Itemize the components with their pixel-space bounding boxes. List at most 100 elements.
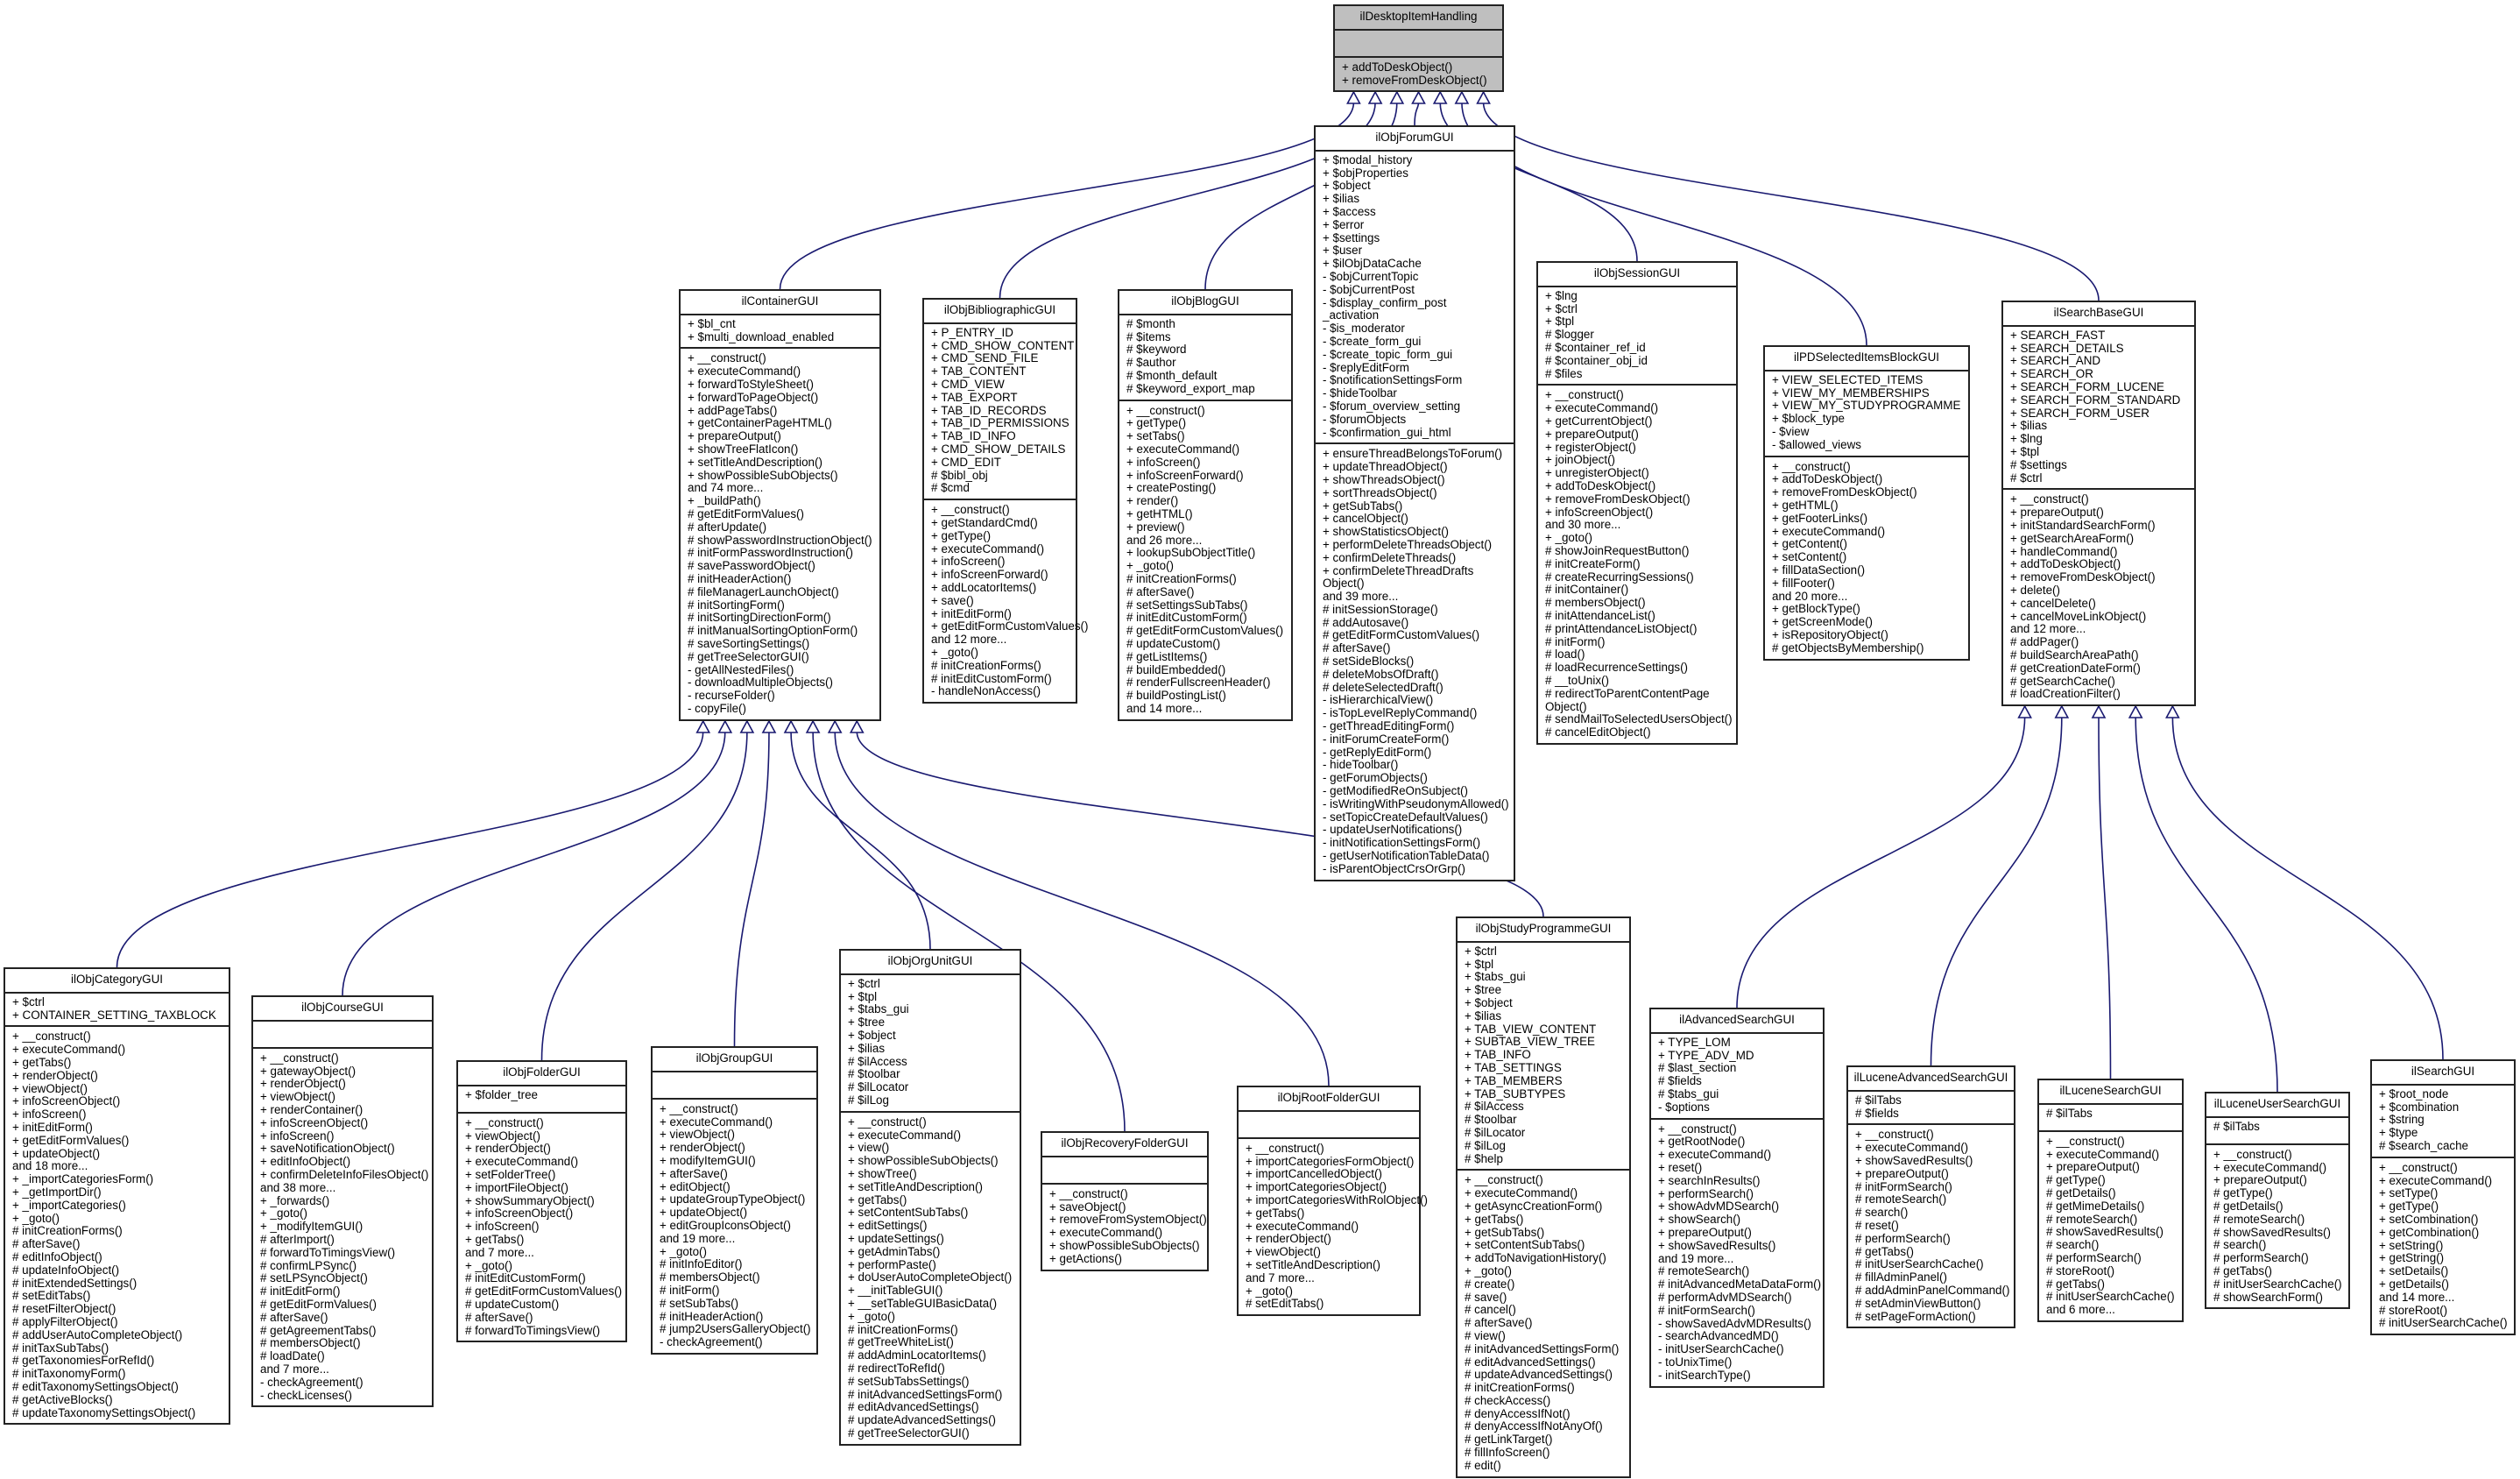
operation-row: + __setTableGUIBasicData() <box>848 1296 998 1310</box>
generalization-arrowhead-icon <box>783 719 799 733</box>
operation-row: # afterSave() <box>1465 1316 1533 1330</box>
operation-row: # load() <box>1545 648 1585 662</box>
attributes-compartment: + VIEW_SELECTED_ITEMS + VIEW_MY_MEMBERSHI… <box>1765 372 1968 457</box>
operation-row: + prepareOutput() <box>2046 1160 2140 1174</box>
class-box-ilSearchBaseGUI[interactable]: ilSearchBaseGUI + SEARCH_FAST + SEARCH_DET… <box>2001 301 2196 707</box>
operation-row: + addToDeskObject() <box>2010 557 2121 571</box>
operation-row: + updateSettings() <box>848 1231 944 1245</box>
generalization-arrowhead-icon <box>827 719 843 733</box>
class-name: ilObjCategoryGUI <box>5 969 229 994</box>
operation-row: + setType() <box>2379 1186 2439 1200</box>
generalization-arrowhead-icon <box>1346 90 1361 104</box>
class-box-ilObjForumGUI[interactable]: ilObjForumGUI + $modal_history + $objPrope… <box>1314 125 1515 881</box>
class-box-ilObjFolderGUI[interactable]: ilObjFolderGUI + $folder_tree + __construc… <box>456 1060 627 1343</box>
operation-row: + cancelMoveLinkObject() <box>2010 609 2147 623</box>
class-box-ilObjStudyProgrammeGUI[interactable]: ilObjStudyProgrammeGUI + $ctrl + $tpl + $ta… <box>1456 916 1631 1478</box>
class-box-ilObjCategoryGUI[interactable]: ilObjCategoryGUI + $ctrl + CONTAINER_SETTI… <box>4 967 230 1426</box>
operation-row: # checkAccess() <box>1465 1393 1551 1407</box>
operation-row: # getActiveBlocks() <box>12 1392 113 1406</box>
operation-row: + setDetails() <box>2379 1264 2449 1278</box>
operation-row: # getTreeSelectorGUI() <box>848 1426 970 1440</box>
class-box-ilObjSessionGUI[interactable]: ilObjSessionGUI + $lng + $ctrl + $tpl # $log… <box>1536 261 1738 745</box>
attribute-row: # $ilTabs <box>2213 1119 2260 1133</box>
class-name: ilObjForumGUI <box>1316 127 1514 152</box>
class-box-ilSearchGUI[interactable]: ilSearchGUI + $root_node + $combination + $… <box>2370 1059 2516 1336</box>
class-box-ilLuceneUserSearchGUI[interactable]: ilLuceneUserSearchGUI # $ilTabs + __constr… <box>2205 1092 2350 1310</box>
class-box-ilLuceneSearchGUI[interactable]: ilLuceneSearchGUI # $ilTabs + __construct(… <box>2037 1079 2184 1322</box>
operation-row: # getDetails() <box>2046 1185 2116 1199</box>
operation-row: # performAdvMDSearch() <box>1658 1290 1792 1304</box>
attribute-row: - $allowed_views <box>1772 437 1861 451</box>
more-members-row: and 20 more... <box>1772 589 1848 603</box>
operation-row: # afterSave() <box>1323 641 1391 655</box>
operation-row: + prepareOutput() <box>1545 427 1639 441</box>
class-box-ilObjRecoveryFolderGUI[interactable]: ilObjRecoveryFolderGUI + __construct() + s… <box>1041 1131 1209 1271</box>
operation-row: # buildPostingList() <box>1126 689 1226 703</box>
operation-row: + viewObject() <box>260 1090 335 1104</box>
attribute-row: # $ilLog <box>848 1093 889 1107</box>
class-box-ilDesktopItemHandling[interactable]: ilDesktopItemHandling + addToDeskObject()… <box>1333 4 1504 93</box>
class-box-ilAdvancedSearchGUI[interactable]: ilAdvancedSearchGUI + TYPE_LOM + TYPE_ADV_… <box>1649 1008 1825 1388</box>
operation-row: + editInfoObject() <box>260 1155 351 1169</box>
attributes-compartment <box>1335 31 1502 58</box>
operation-row: # cancel() <box>1465 1303 1516 1317</box>
operation-row: + setCombination() <box>2379 1212 2479 1226</box>
operation-row: + prepareOutput() <box>1658 1225 1752 1239</box>
operation-row: # editAdvancedSettings() <box>848 1400 979 1414</box>
class-name: ilDesktopItemHandling <box>1335 6 1502 31</box>
attribute-row: + TAB_INFO <box>1465 1048 1531 1062</box>
attribute-row: # $month <box>1126 316 1175 330</box>
operation-row: + editSettings() <box>848 1219 928 1233</box>
class-box-ilObjOrgUnitGUI[interactable]: ilObjOrgUnitGUI + $ctrl + $tpl + $tabs_gui +… <box>839 949 1021 1446</box>
operation-row: + renderObject() <box>660 1141 745 1155</box>
attribute-row: # $keyword_export_map <box>1126 381 1255 395</box>
operation-row: + showThreadsObject() <box>1323 472 1445 486</box>
attribute-row: + $ilObjDataCache <box>1323 257 1422 271</box>
attribute-row: + SEARCH_AND <box>2010 354 2101 368</box>
operation-row: # updateInfoObject() <box>12 1263 120 1277</box>
operation-row: # addAdminPanelCommand() <box>1855 1283 2010 1297</box>
operation-row: # getEditFormValues() <box>688 506 804 520</box>
class-box-ilObjRootFolderGUI[interactable]: ilObjRootFolderGUI + __construct() + impor… <box>1237 1086 1428 1317</box>
class-box-ilPDSelectedItemsBlockGUI[interactable]: ilPDSelectedItemsBlockGUI + VIEW_SELECTED… <box>1763 345 1970 661</box>
class-box-ilObjBlogGUI[interactable]: ilObjBlogGUI # $month # $items # $keyword # … <box>1118 289 1293 721</box>
attributes-compartment: + $root_node + $combination + $string + $ty… <box>2372 1086 2514 1158</box>
class-name: ilObjStudyProgrammeGUI <box>1458 918 1629 943</box>
operation-row: + executeCommand() <box>931 541 1045 556</box>
attribute-row: # $ilAccess <box>848 1054 907 1068</box>
operation-row: + editGroupIconsObject() <box>660 1218 791 1232</box>
operation-row: + initEditForm() <box>12 1120 93 1134</box>
operation-row: + setContentSubTabs() <box>848 1206 969 1220</box>
class-box-ilContainerGUI[interactable]: ilContainerGUI + $bl_cnt + $multi_download… <box>679 289 881 721</box>
attribute-row: + $ilias <box>1323 192 1360 206</box>
operation-row: # afterSave() <box>260 1310 328 1324</box>
attribute-row: + $ilias <box>848 1041 886 1055</box>
attribute-row: + $tpl <box>1545 315 1575 329</box>
operation-row: - showSavedAdvMDResults() <box>1658 1316 1811 1330</box>
attribute-row: + $settings <box>1323 230 1380 244</box>
operation-row: + executeCommand() <box>12 1043 126 1057</box>
attribute-row: + SEARCH_DETAILS <box>2010 341 2124 355</box>
operation-row: + setString() <box>2379 1238 2444 1252</box>
attributes-compartment <box>1239 1112 1419 1139</box>
class-box-ilObjCourseGUI[interactable]: ilObjCourseGUI + __construct() + gatewayOb… <box>251 995 434 1408</box>
attribute-row: # $fields <box>1855 1106 1899 1120</box>
operation-row: # afterSave() <box>12 1237 81 1251</box>
operation-row: # addAutosave() <box>1323 615 1409 629</box>
operations-compartment: + __construct() + addToDeskObject() + remo… <box>1765 457 1968 659</box>
operation-row: - getForumObjects() <box>1323 771 1428 785</box>
operation-row: # initSortingForm() <box>688 598 785 612</box>
attributes-compartment: + $folder_tree <box>458 1086 625 1114</box>
operation-row: + showSummaryObject() <box>465 1193 595 1207</box>
class-box-ilObjBibliographicGUI[interactable]: ilObjBibliographicGUI + P_ENTRY_ID + CMD_S… <box>922 298 1088 704</box>
operation-row: + addToDeskObject() <box>1342 60 1453 74</box>
operation-row: # setSettingsSubTabs() <box>1126 598 1248 612</box>
operation-row: + lookupSubObjectTitle() <box>1126 546 1256 560</box>
class-name: ilObjFolderGUI <box>458 1062 625 1086</box>
class-box-ilLuceneAdvancedSearchGUI[interactable]: ilLuceneAdvancedSearchGUI # $ilTabs # $fie… <box>1846 1065 2015 1329</box>
attribute-row: # $help <box>1465 1151 1503 1165</box>
operation-row: + infoScreen() <box>260 1129 335 1143</box>
attribute-row: # $cmd <box>931 481 970 495</box>
operation-row: # editTaxonomySettingsObject() <box>12 1379 179 1393</box>
class-box-ilObjGroupGUI[interactable]: ilObjGroupGUI + __construct() + executeCom… <box>651 1046 818 1355</box>
